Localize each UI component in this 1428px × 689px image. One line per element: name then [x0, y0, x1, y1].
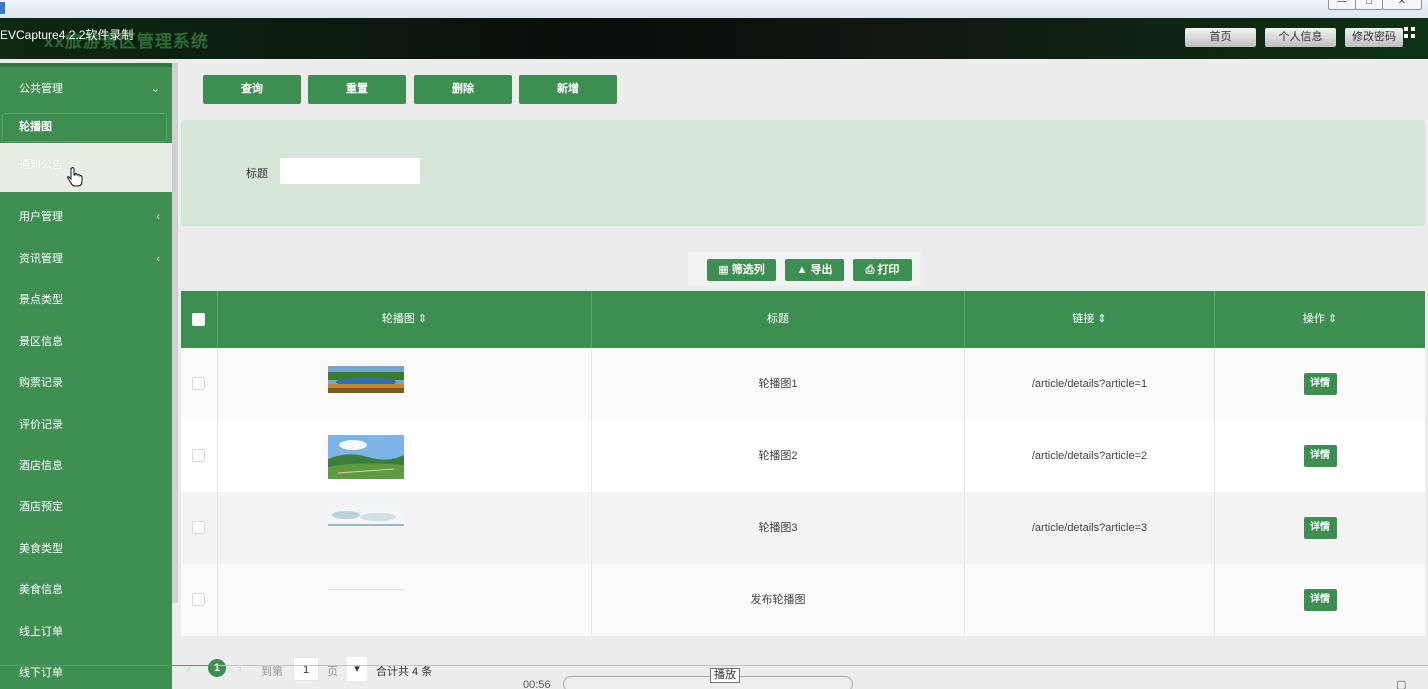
delete-button[interactable]: 删除 [414, 75, 512, 104]
sidebar-item-scenic-info[interactable]: 景区信息 [0, 322, 172, 363]
maximize-button[interactable]: □ [1355, 0, 1383, 10]
export-button[interactable]: ▲ 导出 [785, 259, 844, 281]
title-filter-input[interactable] [279, 157, 421, 185]
row-title: 轮播图2 [592, 420, 965, 492]
play-tooltip: 播放 [710, 668, 740, 683]
table-row[interactable]: 轮播图2 /article/details?article=2 详情 [181, 420, 1425, 492]
fullscreen-icon[interactable]: ▢ [1396, 678, 1406, 689]
sidebar-item-hotel-info[interactable]: 酒店信息 [0, 446, 172, 487]
detail-button[interactable]: 详情 [1303, 517, 1337, 540]
change-password-button[interactable]: 修改密码 [1345, 28, 1403, 47]
column-header-image[interactable]: 轮播图 ⇕ [218, 291, 592, 348]
sidebar-item-food-type[interactable]: 美食类型 [0, 529, 172, 570]
sidebar-item-online-orders[interactable]: 线上订单 [0, 612, 172, 653]
columns-icon: ▦ [718, 264, 729, 276]
app-icon [0, 2, 5, 14]
row-link: /article/details?article=2 [965, 420, 1215, 492]
table-row[interactable]: 轮播图1 /article/details?article=1 详情 [181, 348, 1425, 420]
sort-icon: ⇕ [417, 313, 428, 325]
sidebar-item-hotel-booking[interactable]: 酒店预定 [0, 487, 172, 528]
table-row[interactable]: 发布轮播图 详情 [181, 564, 1425, 636]
capture-watermark: EVCapture4.2.2软件录制 [0, 28, 134, 42]
hand-cursor-icon [67, 167, 83, 187]
carousel-image-blank [328, 589, 404, 590]
sort-icon: ⇕ [1327, 313, 1338, 325]
sort-icon: ⇕ [1097, 313, 1107, 325]
sidebar-item-news[interactable]: 资讯管理 ‹ [0, 239, 172, 280]
chevron-down-icon: ⌄ [150, 83, 160, 95]
app-header: xx旅游景区管理系统 EVCapture4.2.2软件录制 首页 个人信息 修改… [0, 18, 1428, 59]
row-link: /article/details?article=3 [965, 492, 1215, 564]
column-header-title: 标题 [592, 291, 965, 348]
row-checkbox[interactable] [192, 521, 205, 534]
sidebar-scrollbar[interactable] [172, 63, 178, 603]
detail-button[interactable]: 详情 [1303, 373, 1337, 396]
search-panel: 标题 [181, 120, 1425, 226]
sidebar-item-food-info[interactable]: 美食信息 [0, 570, 172, 611]
table-header: 轮播图 ⇕ 标题 链接 ⇕ 操作 ⇕ [181, 291, 1425, 348]
chevron-left-icon: ‹ [156, 253, 160, 265]
export-icon: ▲ [796, 264, 808, 276]
row-checkbox[interactable] [192, 449, 205, 462]
sidebar-subitem-notice[interactable]: 通知公告 [0, 143, 172, 192]
sidebar-item-public[interactable]: 公共管理 ⌄ [0, 69, 172, 110]
row-title: 轮播图1 [592, 348, 965, 420]
minimize-button[interactable]: — [1328, 0, 1356, 10]
table-toolbar: ▦ 筛选列 ▲ 导出 ⎙ 打印 [688, 252, 921, 286]
sidebar-subitem-carousel[interactable]: 轮播图 [2, 113, 167, 142]
table-row[interactable]: 轮播图3 /article/details?article=3 详情 [181, 492, 1425, 564]
column-header-action[interactable]: 操作 ⇕ [1215, 291, 1425, 348]
player-controls[interactable] [563, 676, 853, 689]
progress-bar[interactable] [0, 665, 1428, 666]
title-filter-label: 标题 [246, 168, 268, 180]
reset-button[interactable]: 重置 [308, 75, 406, 104]
chevron-left-icon: ‹ [156, 211, 160, 223]
column-header-link[interactable]: 链接 ⇕ [965, 291, 1215, 348]
sidebar-item-scenic-type[interactable]: 景点类型 [0, 280, 172, 321]
profile-button[interactable]: 个人信息 [1265, 28, 1336, 47]
filter-columns-button[interactable]: ▦ 筛选列 [707, 259, 776, 281]
print-icon: ⎙ [865, 264, 875, 276]
recorder-playbar: 00:56 播放 ▢ [0, 664, 1428, 689]
grid-icon[interactable] [1404, 27, 1416, 39]
playback-time: 00:56 [523, 679, 551, 689]
add-button[interactable]: 新增 [519, 75, 617, 104]
carousel-image-grassland [328, 435, 404, 479]
row-link [965, 564, 1215, 636]
row-checkbox[interactable] [192, 377, 205, 390]
sidebar: 公共管理 ⌄ 轮播图 通知公告 用户管理 ‹ 资讯管理 ‹ 景点类型 景区信息 … [0, 63, 172, 689]
sidebar-item-reviews[interactable]: 评价记录 [0, 405, 172, 446]
query-button[interactable]: 查询 [203, 75, 301, 104]
detail-button[interactable]: 详情 [1303, 445, 1337, 468]
print-button[interactable]: ⎙ 打印 [853, 259, 912, 281]
home-button[interactable]: 首页 [1185, 28, 1256, 47]
row-title: 发布轮播图 [592, 564, 965, 636]
carousel-image-sky [328, 507, 404, 527]
sidebar-item-users[interactable]: 用户管理 ‹ [0, 197, 172, 238]
window-titlebar: — □ ✕ [0, 0, 1428, 18]
row-link: /article/details?article=1 [965, 348, 1215, 420]
close-button[interactable]: ✕ [1382, 0, 1422, 10]
row-checkbox[interactable] [192, 593, 205, 606]
carousel-image-lake [328, 366, 404, 393]
select-all-checkbox[interactable] [192, 313, 205, 326]
detail-button[interactable]: 详情 [1303, 589, 1337, 612]
sidebar-item-ticket-records[interactable]: 购票记录 [0, 363, 172, 404]
row-title: 轮播图3 [592, 492, 965, 564]
